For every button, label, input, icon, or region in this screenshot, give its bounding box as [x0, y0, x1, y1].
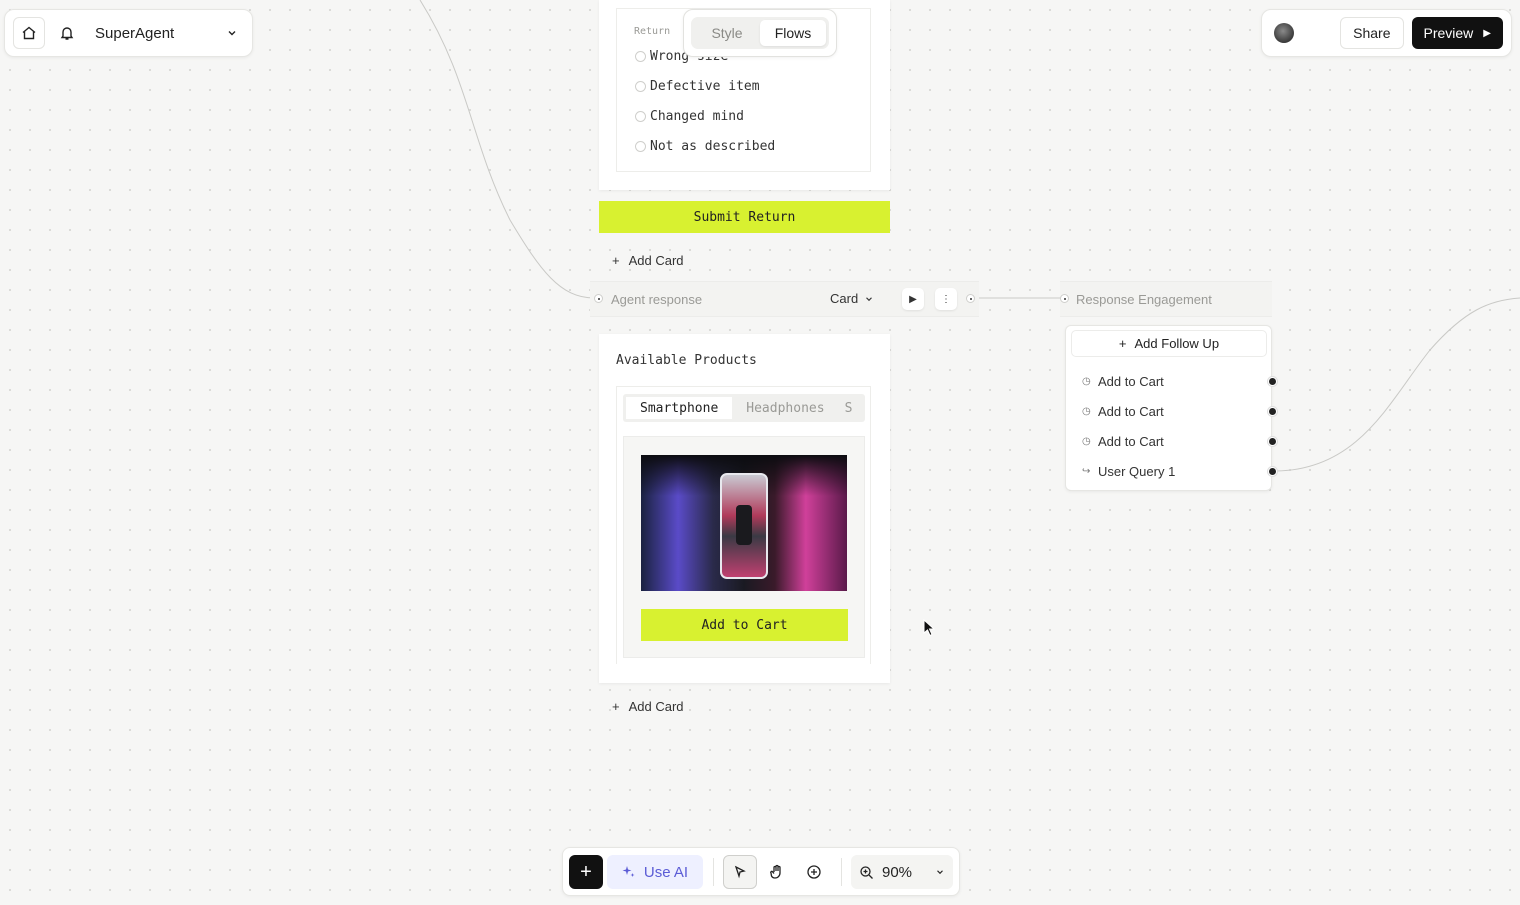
- product-image: [641, 455, 847, 591]
- available-products-card[interactable]: Available Products Smartphone Headphones…: [599, 334, 890, 683]
- chevron-down-icon: [228, 31, 236, 36]
- chevron-down-icon: [866, 296, 873, 301]
- add-card-button[interactable]: + Add Card: [612, 699, 684, 714]
- run-node-button[interactable]: ▶: [902, 288, 924, 310]
- card-title: Available Products: [616, 353, 757, 368]
- output-port[interactable]: [1268, 467, 1277, 476]
- mouse-pointer-icon: [923, 619, 935, 637]
- avatar[interactable]: [1274, 23, 1294, 43]
- node-menu-button[interactable]: ⋮: [935, 288, 957, 310]
- add-follow-up-label: Add Follow Up: [1134, 336, 1220, 351]
- output-port[interactable]: [1268, 437, 1277, 446]
- add-follow-up-button[interactable]: + Add Follow Up: [1071, 330, 1267, 357]
- submit-return-button[interactable]: Submit Return: [599, 201, 890, 233]
- option-label: Defective item: [650, 79, 760, 94]
- workspace-header: SuperAgent: [4, 9, 253, 57]
- output-port[interactable]: [1268, 377, 1277, 386]
- divider: [713, 858, 714, 886]
- add-card-button[interactable]: + Add Card: [612, 253, 684, 268]
- tab-flows[interactable]: Flows: [760, 20, 826, 46]
- add-node-button[interactable]: +: [569, 855, 603, 889]
- plus-icon: +: [580, 860, 592, 883]
- preview-button[interactable]: Preview ▶: [1411, 17, 1503, 49]
- hand-icon: [770, 864, 781, 879]
- node-type-label: Card: [830, 291, 859, 306]
- pan-tool-button[interactable]: [760, 855, 794, 889]
- smartphone-illustration: [720, 473, 768, 579]
- agent-response-node[interactable]: Agent response Card ▶ ⋮: [590, 281, 979, 317]
- add-card-label: Add Card: [628, 699, 684, 714]
- select-tool-button[interactable]: [723, 855, 757, 889]
- return-option[interactable]: Changed mind: [635, 109, 744, 124]
- node-type-select[interactable]: Card: [830, 291, 874, 306]
- product-tabs-container: Smartphone Headphones S Add to Cart: [616, 386, 871, 664]
- radio-button[interactable]: [635, 81, 646, 92]
- divider: [841, 858, 842, 886]
- share-preview-panel: Share Preview ▶: [1261, 9, 1512, 57]
- follow-up-panel: + Add Follow Up ◷ Add to Cart ◷ Add to C…: [1065, 325, 1277, 491]
- clock-icon: ◷: [1082, 406, 1091, 417]
- plus-icon: +: [1118, 336, 1127, 351]
- notifications-button[interactable]: [51, 17, 83, 49]
- more-vertical-icon: ⋮: [941, 293, 951, 305]
- follow-up-label: User Query 1: [1098, 464, 1176, 479]
- bell-icon: [60, 27, 74, 40]
- home-icon: [22, 26, 36, 40]
- output-port[interactable]: [966, 294, 975, 303]
- follow-up-item[interactable]: ◷ Add to Cart: [1082, 404, 1164, 419]
- app-name[interactable]: SuperAgent: [95, 25, 220, 42]
- add-card-label: Add Card: [628, 253, 684, 268]
- product-item: Add to Cart: [623, 436, 865, 658]
- follow-up-item[interactable]: ◷ Add to Cart: [1082, 434, 1164, 449]
- follow-up-label: Add to Cart: [1098, 374, 1164, 389]
- follow-up-label: Add to Cart: [1098, 434, 1164, 449]
- output-port[interactable]: [1268, 407, 1277, 416]
- tab-more[interactable]: S: [839, 397, 859, 419]
- input-port[interactable]: [1060, 294, 1069, 303]
- option-label: Not as described: [650, 139, 776, 154]
- tab-smartphone[interactable]: Smartphone: [626, 397, 733, 419]
- node-label: Agent response: [611, 292, 703, 307]
- tab-headphones[interactable]: Headphones: [732, 397, 838, 419]
- app-switcher-button[interactable]: [220, 21, 244, 45]
- pointer-icon: [734, 865, 746, 879]
- share-button[interactable]: Share: [1340, 17, 1404, 49]
- radio-button[interactable]: [635, 51, 646, 62]
- zoom-control[interactable]: 90%: [851, 855, 953, 889]
- radio-button[interactable]: [635, 141, 646, 152]
- play-icon: ▶: [909, 293, 917, 305]
- add-to-cart-button[interactable]: Add to Cart: [641, 609, 848, 641]
- zoom-icon: [860, 865, 873, 879]
- plus-icon: +: [612, 253, 620, 268]
- return-label: Return: [634, 26, 671, 37]
- add-comment-icon: [807, 865, 821, 879]
- preview-label: Preview: [1423, 25, 1474, 41]
- input-port[interactable]: [594, 294, 603, 303]
- option-label: Changed mind: [650, 109, 744, 124]
- use-ai-button[interactable]: Use AI: [607, 855, 703, 889]
- zoom-level: 90%: [882, 863, 913, 881]
- canvas-toolbar: + Use AI 90%: [562, 847, 960, 896]
- play-icon: ▶: [1483, 27, 1491, 39]
- node-label: Response Engagement: [1076, 292, 1212, 307]
- return-option[interactable]: Defective item: [635, 79, 760, 94]
- product-tabs: Smartphone Headphones S: [623, 394, 865, 422]
- use-ai-label: Use AI: [643, 863, 689, 881]
- tab-style[interactable]: Style: [694, 20, 760, 46]
- follow-up-item[interactable]: ↪ User Query 1: [1082, 464, 1175, 479]
- follow-up-item[interactable]: ◷ Add to Cart: [1082, 374, 1164, 389]
- radio-button[interactable]: [635, 111, 646, 122]
- return-arrow-icon: ↪: [1082, 466, 1091, 477]
- follow-up-label: Add to Cart: [1098, 404, 1164, 419]
- return-option[interactable]: Not as described: [635, 139, 775, 154]
- clock-icon: ◷: [1082, 436, 1091, 447]
- mode-toggle: Style Flows: [683, 9, 837, 57]
- sparkle-icon: [622, 866, 635, 877]
- plus-icon: +: [612, 699, 620, 714]
- chevron-down-icon: [937, 870, 943, 875]
- clock-icon: ◷: [1082, 376, 1091, 387]
- comment-tool-button[interactable]: [797, 855, 831, 889]
- response-engagement-node[interactable]: Response Engagement: [1060, 281, 1272, 317]
- home-button[interactable]: [13, 17, 45, 49]
